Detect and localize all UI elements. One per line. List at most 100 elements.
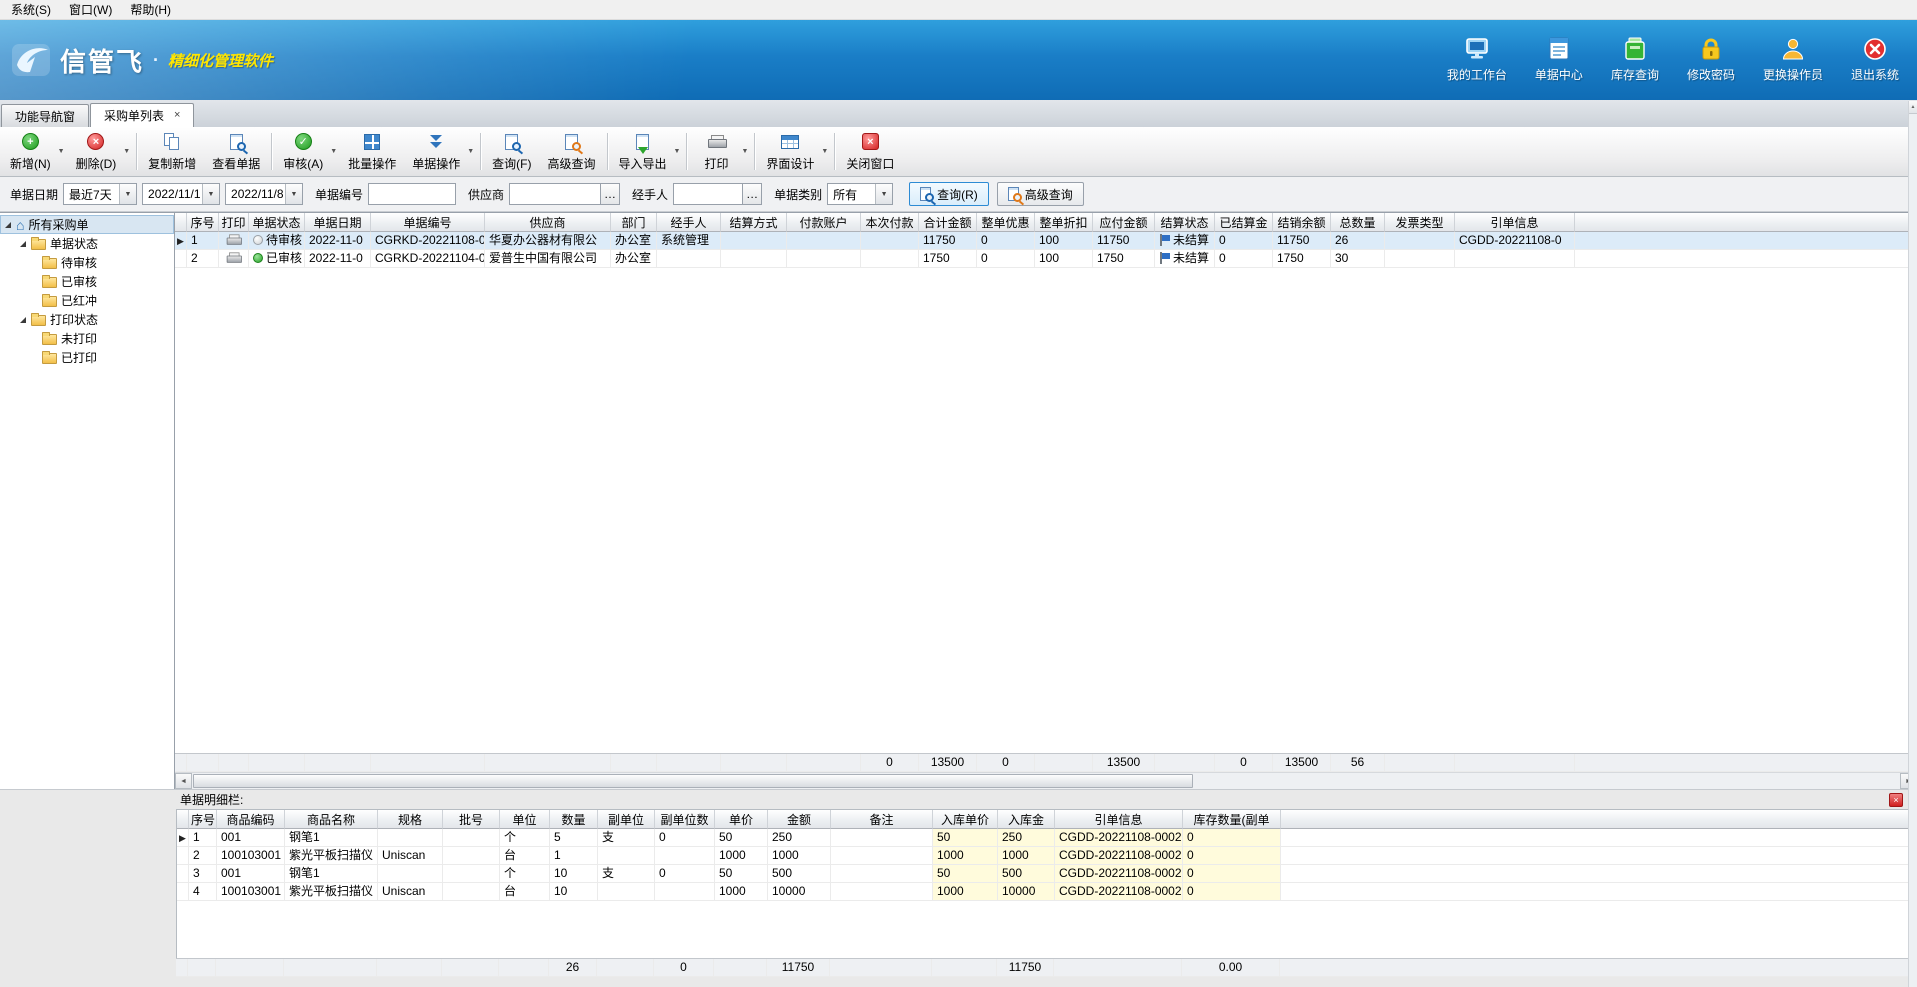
detail-row[interactable]: ▶ 1 001 钢笔1 个 5 支 0 50 250 50: [177, 829, 1916, 847]
col-dept[interactable]: 部门: [611, 213, 657, 232]
advanced-query-button[interactable]: 高级查询: [997, 182, 1084, 206]
toolbar-print-button[interactable]: 打印 ▼: [690, 128, 751, 175]
menu-system[interactable]: 系统(S): [2, 0, 60, 20]
toolbar-close-window-button[interactable]: ×关闭窗口: [838, 128, 902, 175]
toolbar-query-button[interactable]: 查询(F): [484, 128, 539, 175]
col-subunit[interactable]: 副单位: [598, 810, 655, 829]
col-seq[interactable]: 序号: [189, 810, 217, 829]
quick-action-document-center[interactable]: 单据中心: [1535, 37, 1583, 83]
scroll-up-icon[interactable]: ▲: [1909, 101, 1917, 114]
toolbar-copy-new-button[interactable]: 复制新增: [140, 128, 204, 175]
col-product-name[interactable]: 商品名称: [285, 810, 378, 829]
col-total[interactable]: 合计金额: [919, 213, 977, 232]
col-total-qty[interactable]: 总数量: [1331, 213, 1385, 232]
date-from-select[interactable]: 2022/11/1 ▼: [142, 183, 220, 205]
toolbar-batch-ops-button[interactable]: 批量操作: [340, 128, 404, 175]
toolbar-advanced-query-button[interactable]: 高级查询: [539, 128, 603, 175]
col-in-price[interactable]: 入库单价: [933, 810, 998, 829]
quick-action-exit-system[interactable]: 退出系统: [1851, 37, 1899, 83]
col-settled[interactable]: 已结算金: [1215, 213, 1273, 232]
col-spec[interactable]: 规格: [378, 810, 443, 829]
tab-purchase-order-list[interactable]: 采购单列表 ×: [90, 103, 194, 127]
toolbar-doc-ops-button[interactable]: 单据操作 ▼: [404, 128, 477, 175]
tree-node-not-printed[interactable]: 未打印: [0, 329, 174, 348]
col-supplier[interactable]: 供应商: [485, 213, 611, 232]
quick-action-switch-operator[interactable]: 更换操作员: [1763, 37, 1823, 83]
menu-window[interactable]: 窗口(W): [60, 0, 121, 20]
expand-icon[interactable]: [20, 241, 26, 247]
col-settle-method[interactable]: 结算方式: [721, 213, 787, 232]
scroll-left-icon[interactable]: ◄: [175, 773, 192, 789]
col-balance[interactable]: 结销余额: [1273, 213, 1331, 232]
col-ref-info[interactable]: 引单信息: [1055, 810, 1183, 829]
col-ref-info[interactable]: 引单信息: [1455, 213, 1575, 232]
expand-icon[interactable]: [20, 317, 26, 323]
date-to-select[interactable]: 2022/11/8 ▼: [225, 183, 303, 205]
quick-action-workbench[interactable]: 我的工作台: [1447, 37, 1507, 83]
tree-root-all-purchase-orders[interactable]: ⌂ 所有采购单: [0, 215, 174, 234]
toolbar-new-button[interactable]: +新增(N) ▼: [2, 128, 68, 175]
col-product-code[interactable]: 商品编码: [217, 810, 285, 829]
dropdown-arrow-icon[interactable]: ▼: [330, 148, 337, 155]
tree-node-doc-status[interactable]: 单据状态: [0, 234, 174, 253]
detail-row[interactable]: 2 100103001 紫光平板扫描仪 Uniscan 台 1 1000 100…: [177, 847, 1916, 865]
toolbar-view-doc-button[interactable]: 查看单据: [204, 128, 268, 175]
col-handler[interactable]: 经手人: [657, 213, 721, 232]
col-pay-account[interactable]: 付款账户: [787, 213, 861, 232]
col-seq[interactable]: 序号: [187, 213, 219, 232]
dropdown-arrow-icon[interactable]: ▼: [674, 148, 681, 155]
horizontal-scrollbar[interactable]: ◄ ►: [175, 772, 1917, 789]
query-button[interactable]: 查询(R): [909, 182, 989, 206]
doc-type-select[interactable]: 所有 ▼: [827, 183, 893, 205]
handler-input[interactable]: [673, 183, 743, 205]
table-row[interactable]: ▶ 1 待审核 2022-11-0 CGRKD-20221108-0 华夏办公器…: [175, 232, 1917, 250]
quick-action-change-password[interactable]: 修改密码: [1687, 37, 1735, 83]
dropdown-arrow-icon[interactable]: ▼: [467, 148, 474, 155]
col-doc-date[interactable]: 单据日期: [305, 213, 371, 232]
col-qty[interactable]: 数量: [550, 810, 598, 829]
col-discount[interactable]: 整单优惠: [977, 213, 1035, 232]
toolbar-delete-button[interactable]: ×删除(D) ▼: [68, 128, 134, 175]
tree-node-audited[interactable]: 已审核: [0, 272, 174, 291]
supplier-picker-button[interactable]: …: [601, 183, 620, 205]
col-paid[interactable]: 本次付款: [861, 213, 919, 232]
col-note[interactable]: 备注: [831, 810, 933, 829]
vertical-scrollbar[interactable]: ▲: [1908, 101, 1917, 987]
col-subqty[interactable]: 副单位数: [655, 810, 715, 829]
handler-picker-button[interactable]: …: [743, 183, 762, 205]
col-in-amount[interactable]: 入库金: [998, 810, 1055, 829]
col-doc-status[interactable]: 单据状态: [249, 213, 305, 232]
col-discount-rate[interactable]: 整单折扣: [1035, 213, 1093, 232]
dropdown-arrow-icon[interactable]: ▼: [58, 148, 65, 155]
toolbar-ui-design-button[interactable]: 界面设计 ▼: [758, 128, 831, 175]
dropdown-arrow-icon[interactable]: ▼: [821, 148, 828, 155]
tab-function-nav[interactable]: 功能导航窗: [1, 104, 89, 127]
tree-node-printed[interactable]: 已打印: [0, 348, 174, 367]
scrollbar-thumb[interactable]: [193, 774, 1193, 788]
toolbar-import-export-button[interactable]: 导入导出 ▼: [611, 128, 684, 175]
dropdown-arrow-icon[interactable]: ▼: [123, 148, 130, 155]
tree-node-reversed[interactable]: 已红冲: [0, 291, 174, 310]
tree-node-print-status[interactable]: 打印状态: [0, 310, 174, 329]
close-detail-icon[interactable]: ×: [1889, 793, 1903, 807]
menu-help[interactable]: 帮助(H): [121, 0, 180, 20]
col-doc-no[interactable]: 单据编号: [371, 213, 485, 232]
col-amount[interactable]: 金额: [768, 810, 831, 829]
col-settle-status[interactable]: 结算状态: [1155, 213, 1215, 232]
close-tab-icon[interactable]: ×: [174, 110, 180, 121]
toolbar-audit-button[interactable]: ✓审核(A) ▼: [275, 128, 340, 175]
date-range-select[interactable]: 最近7天 ▼: [63, 183, 137, 205]
dropdown-arrow-icon[interactable]: ▼: [741, 148, 748, 155]
tree-node-pending-audit[interactable]: 待审核: [0, 253, 174, 272]
detail-row[interactable]: 4 100103001 紫光平板扫描仪 Uniscan 台 10 1000 10…: [177, 883, 1916, 901]
docno-input[interactable]: [368, 183, 456, 205]
expand-icon[interactable]: [5, 222, 11, 228]
col-batch[interactable]: 批号: [443, 810, 500, 829]
col-print[interactable]: 打印: [219, 213, 249, 232]
col-invoice-type[interactable]: 发票类型: [1385, 213, 1455, 232]
col-unit[interactable]: 单位: [500, 810, 550, 829]
quick-action-inventory-query[interactable]: 库存查询: [1611, 37, 1659, 83]
supplier-input[interactable]: [509, 183, 601, 205]
col-payable[interactable]: 应付金额: [1093, 213, 1155, 232]
col-stock-qty[interactable]: 库存数量(副单: [1183, 810, 1281, 829]
